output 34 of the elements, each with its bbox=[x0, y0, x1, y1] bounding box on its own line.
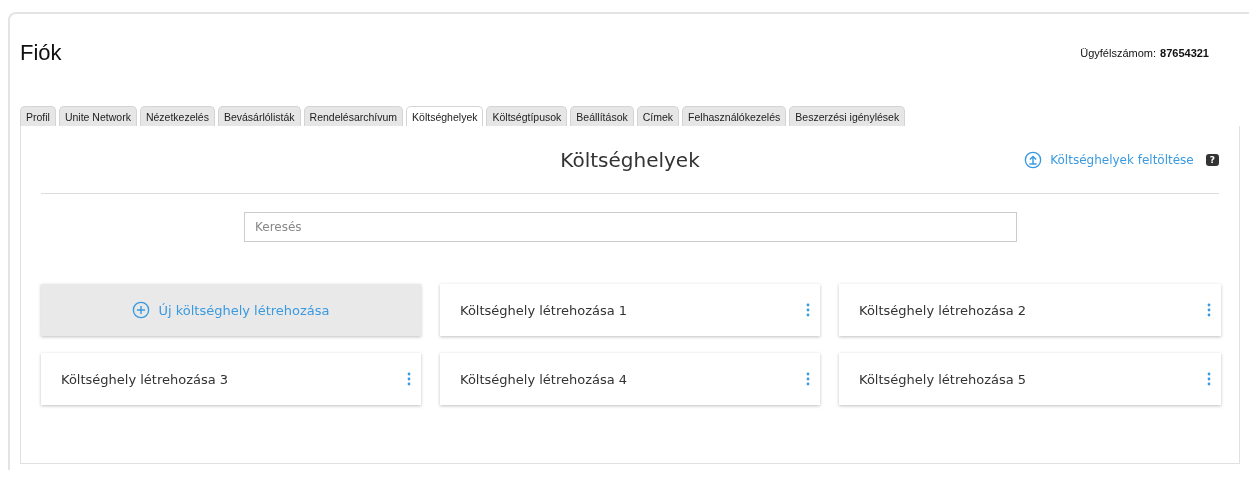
account-number: 87654321 bbox=[1160, 47, 1209, 59]
tab[interactable]: Címek bbox=[636, 106, 680, 126]
cost-center-card[interactable]: Költséghely létrehozása 5 bbox=[839, 353, 1221, 405]
more-options-icon[interactable] bbox=[806, 372, 810, 386]
more-options-icon[interactable] bbox=[806, 303, 810, 317]
cost-center-name: Költséghely létrehozása 1 bbox=[460, 302, 628, 318]
tab[interactable]: Unite Network bbox=[58, 106, 137, 126]
cost-center-card[interactable]: Költséghely létrehozása 2 bbox=[839, 284, 1221, 336]
more-options-icon[interactable] bbox=[1207, 303, 1211, 317]
tab[interactable]: Költséghelyek bbox=[406, 106, 484, 126]
cost-center-name: Költséghely létrehozása 4 bbox=[460, 371, 628, 387]
cost-center-name: Költséghely létrehozása 5 bbox=[859, 371, 1027, 387]
account-label: Ügyfélszámom: bbox=[1080, 47, 1157, 59]
cost-center-name: Költséghely létrehozása 3 bbox=[61, 371, 229, 387]
cost-center-card[interactable]: Költséghely létrehozása 3 bbox=[41, 353, 421, 405]
cost-center-card[interactable]: Költséghely létrehozása 4 bbox=[440, 353, 820, 405]
tab[interactable]: Felhasználókezelés bbox=[682, 106, 787, 126]
tab[interactable]: Költségtípusok bbox=[486, 106, 568, 126]
plus-icon bbox=[132, 301, 151, 319]
tab[interactable]: Beállítások bbox=[570, 106, 634, 126]
more-options-icon[interactable] bbox=[1207, 372, 1211, 386]
search-field[interactable]: Keresés bbox=[244, 212, 1017, 242]
cost-center-name: Költséghely létrehozása 2 bbox=[859, 302, 1027, 318]
tab[interactable]: Rendelésarchívum bbox=[303, 106, 404, 126]
page-title: Fiók bbox=[20, 40, 62, 66]
upload-icon bbox=[1024, 150, 1043, 169]
cost-center-card[interactable]: Költséghely létrehozása 1 bbox=[440, 284, 820, 336]
help-badge[interactable]: ? bbox=[1205, 153, 1219, 166]
tab[interactable]: Beszerzési igénylések bbox=[789, 106, 906, 126]
tab[interactable]: Nézetkezelés bbox=[139, 106, 215, 126]
tab[interactable]: Bevásárlólisták bbox=[217, 106, 301, 126]
tab[interactable]: Profil bbox=[20, 106, 56, 126]
section-heading: Költséghelyek bbox=[560, 147, 700, 172]
more-options-icon[interactable] bbox=[407, 372, 411, 386]
